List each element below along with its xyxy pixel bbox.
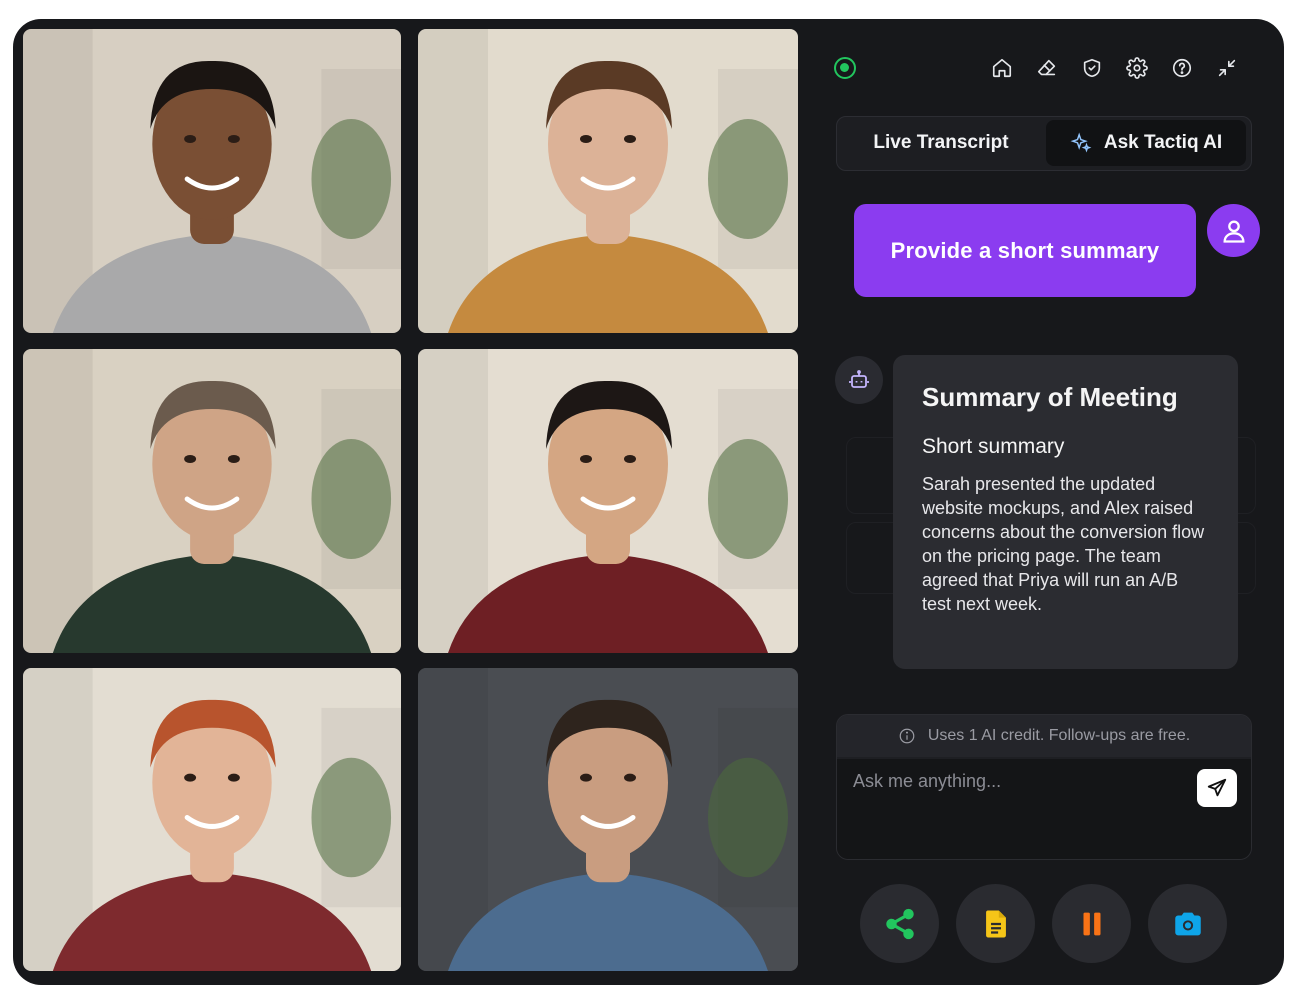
- info-icon: [899, 728, 915, 744]
- eraser-icon[interactable]: [1035, 56, 1059, 80]
- credit-note: Uses 1 AI credit. Follow-ups are free.: [837, 715, 1251, 757]
- share-icon: [885, 908, 914, 939]
- user-message-text: Provide a short summary: [890, 237, 1160, 263]
- participant-video: [23, 668, 401, 971]
- send-icon: [1207, 778, 1227, 797]
- recording-status-icon: [834, 57, 856, 79]
- tab-ask-ai-label: Ask Tactiq AI: [1103, 132, 1223, 153]
- video-tile-4[interactable]: [418, 349, 798, 653]
- send-button[interactable]: [1197, 769, 1237, 807]
- help-icon[interactable]: [1170, 56, 1194, 80]
- ask-input[interactable]: [837, 759, 1251, 859]
- document-icon: [985, 910, 1006, 937]
- shield-icon[interactable]: [1080, 56, 1104, 80]
- tab-ask-ai[interactable]: Ask Tactiq AI: [1046, 120, 1246, 166]
- video-tile-3[interactable]: [23, 349, 401, 653]
- participant-video: [418, 668, 798, 971]
- video-tile-6[interactable]: [418, 668, 798, 971]
- tab-live-transcript-label: Live Transcript: [873, 132, 1009, 153]
- minimize-icon[interactable]: [1215, 56, 1239, 80]
- share-button[interactable]: [860, 884, 939, 963]
- home-icon[interactable]: [990, 56, 1014, 80]
- summary-title: Summary of Meeting: [922, 382, 1178, 412]
- participant-video: [418, 349, 798, 653]
- summary-text: Sarah presented the updated website mock…: [922, 474, 1205, 614]
- document-button[interactable]: [956, 884, 1035, 963]
- action-bar: [860, 884, 1227, 963]
- participant-video: [23, 29, 401, 333]
- tab-bar: Live Transcript Ask Tactiq AI: [836, 116, 1252, 171]
- user-message-bubble: Provide a short summary: [854, 204, 1196, 297]
- composer: Uses 1 AI credit. Follow-ups are free.: [836, 714, 1252, 860]
- toolbar: [990, 56, 1239, 80]
- user-avatar-icon: [1207, 204, 1260, 257]
- sparkle-icon: [1070, 132, 1092, 153]
- tab-live-transcript[interactable]: Live Transcript: [843, 120, 1039, 166]
- screenshot-button[interactable]: [1148, 884, 1227, 963]
- participant-video: [23, 349, 401, 653]
- pause-button[interactable]: [1052, 884, 1131, 963]
- summary-subtitle: Short summary: [922, 435, 1065, 458]
- credit-note-text: Uses 1 AI credit. Follow-ups are free.: [927, 727, 1191, 744]
- meeting-app: Live Transcript Ask Tactiq AI Provide a …: [13, 19, 1284, 985]
- assistant-panel: Live Transcript Ask Tactiq AI Provide a …: [810, 19, 1284, 985]
- settings-icon[interactable]: [1125, 56, 1149, 80]
- participant-video: [418, 29, 798, 333]
- video-tile-1[interactable]: [23, 29, 401, 333]
- video-tile-5[interactable]: [23, 668, 401, 971]
- pause-icon: [1083, 912, 1100, 935]
- camera-icon: [1174, 912, 1201, 935]
- bot-avatar-icon: [835, 356, 883, 404]
- summary-card: Summary of Meeting Short summary Sarah p…: [893, 355, 1238, 669]
- video-tile-2[interactable]: [418, 29, 798, 333]
